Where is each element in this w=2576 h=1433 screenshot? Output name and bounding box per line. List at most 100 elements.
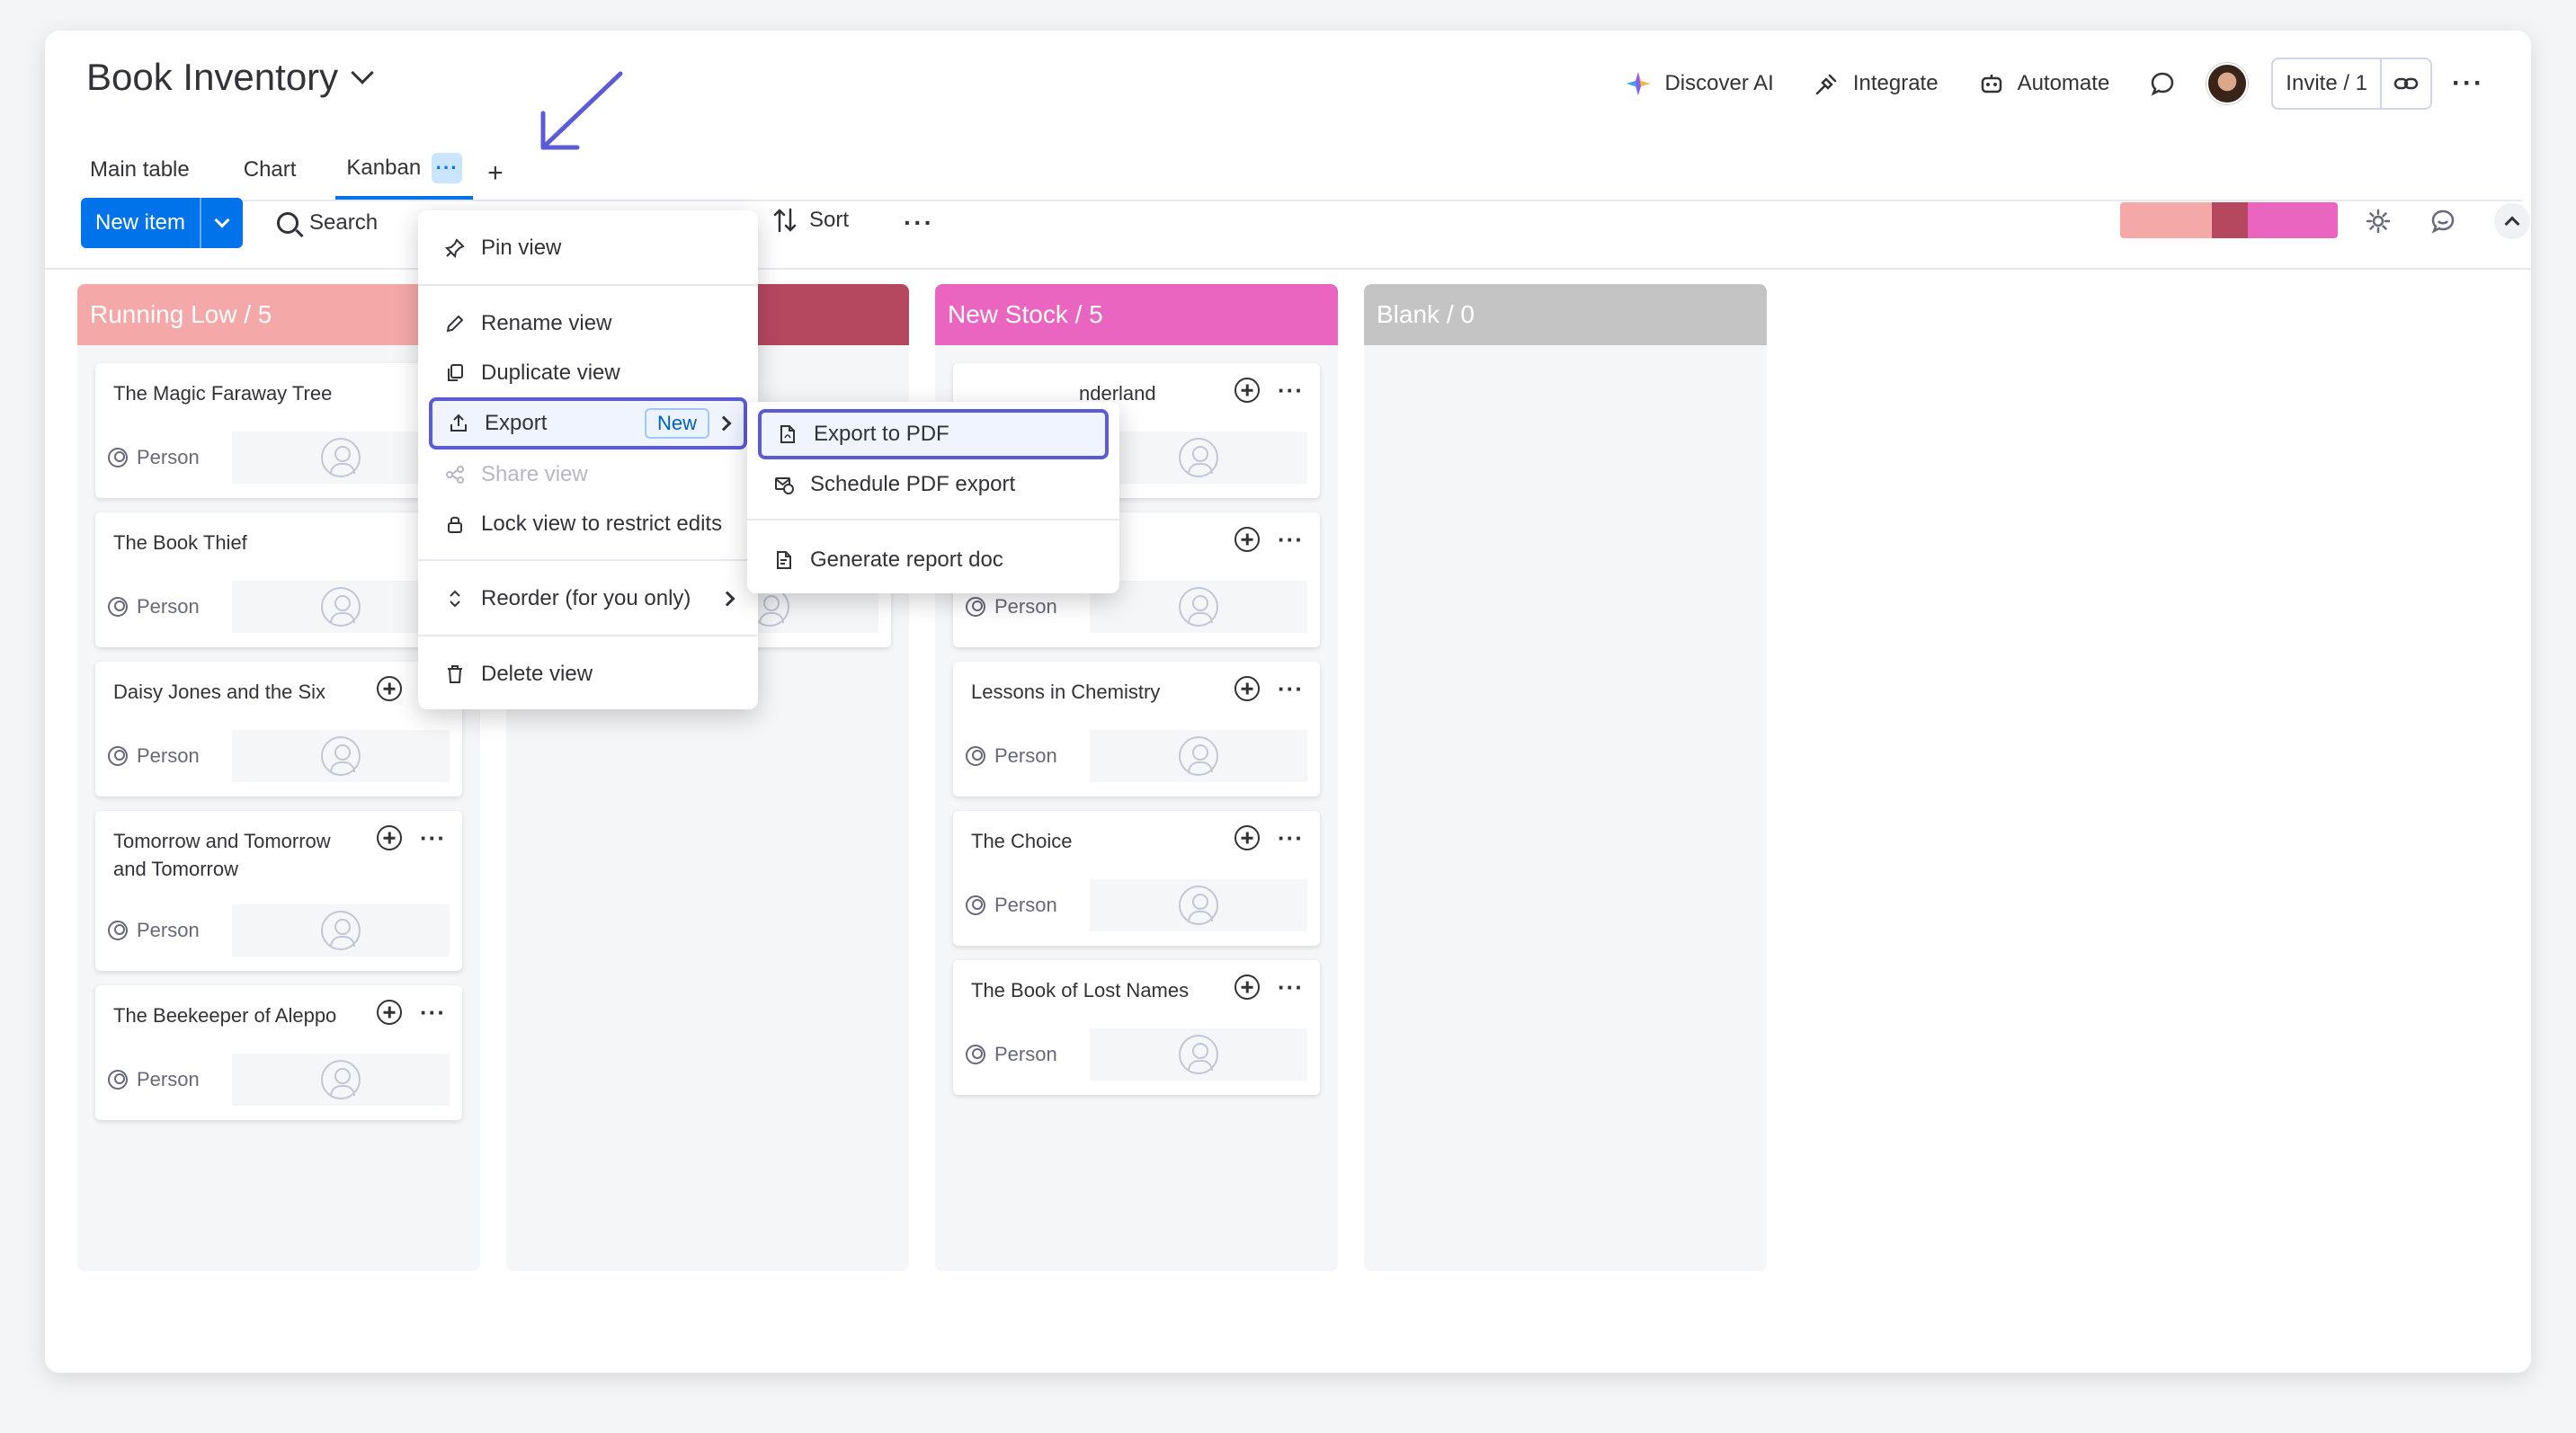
kanban-card[interactable]: The Book Thief Person	[95, 512, 462, 647]
person-cell[interactable]	[232, 904, 450, 957]
card-actions: ···	[1235, 676, 1304, 701]
new-item-button[interactable]: New item	[81, 198, 244, 248]
menu-item-pin-view[interactable]: Pin view	[429, 225, 747, 271]
robot-icon	[1981, 75, 2001, 93]
person-cell[interactable]	[1090, 879, 1307, 931]
card-more-icon[interactable]: ···	[1278, 378, 1304, 402]
submenu-item-schedule-pdf[interactable]: Schedule PDF export	[758, 459, 1109, 510]
menu-separator	[418, 559, 758, 561]
person-label-text: Person	[137, 919, 200, 941]
menu-item-label: Share view	[481, 462, 588, 486]
card-title: The Magic Faraway Tree	[113, 382, 333, 405]
kanban-card[interactable]: Daisy Jones and the Six ··· Person	[95, 662, 462, 797]
add-update-icon[interactable]	[1235, 676, 1261, 701]
submenu-item-label: Schedule PDF export	[810, 472, 1016, 496]
sort-button[interactable]: Sort	[773, 208, 849, 233]
card-more-icon[interactable]: ···	[1278, 975, 1304, 999]
add-update-icon[interactable]	[1235, 975, 1261, 1000]
person-cell[interactable]	[1090, 581, 1307, 633]
duplicate-icon	[448, 364, 463, 381]
add-update-icon[interactable]	[1235, 825, 1261, 850]
card-title: Daisy Jones and the Six	[113, 681, 326, 703]
person-cell[interactable]	[232, 432, 450, 484]
person-cell[interactable]	[232, 730, 450, 782]
kanban-card[interactable]: Lessons in Chemistry ··· Person	[953, 662, 1320, 797]
person-label-text: Person	[137, 744, 200, 767]
card-more-icon[interactable]: ···	[1278, 677, 1304, 700]
kanban-card[interactable]: The Book of Lost Names ··· Person	[953, 960, 1320, 1095]
empty-avatar-icon	[1179, 1035, 1218, 1074]
add-update-icon[interactable]	[377, 676, 403, 701]
submenu-item-export-pdf[interactable]: Export to PDF	[758, 409, 1109, 459]
tab-kanban[interactable]: Kanban ···	[335, 140, 474, 200]
reorder-icon	[450, 590, 460, 608]
trash-icon	[448, 665, 462, 683]
empty-avatar-icon	[1179, 438, 1218, 477]
updates-button[interactable]	[2129, 58, 2196, 110]
tab-label: Main table	[90, 157, 190, 182]
board-title-text: Book Inventory	[86, 56, 339, 98]
integrate-button[interactable]: Integrate	[1794, 58, 1958, 110]
color-segment-new-stock	[2248, 202, 2338, 238]
menu-item-duplicate-view[interactable]: Duplicate view	[429, 350, 747, 396]
board-title[interactable]: Book Inventory	[86, 56, 374, 99]
card-more-icon[interactable]: ···	[420, 826, 446, 850]
settings-button[interactable]	[2365, 208, 2392, 235]
person-cell[interactable]	[1090, 1028, 1307, 1081]
tab-chart[interactable]: Chart	[217, 140, 324, 200]
menu-item-lock-view[interactable]: Lock view to restrict edits	[429, 501, 747, 547]
add-update-icon[interactable]	[1235, 378, 1261, 403]
submenu-item-generate-report[interactable]: Generate report doc	[758, 535, 1109, 585]
submenu-item-label: Generate report doc	[810, 547, 1003, 572]
chevron-right-icon	[716, 415, 732, 432]
column-header[interactable]: Blank / 0	[1364, 284, 1767, 345]
card-actions: ···	[1235, 527, 1304, 552]
menu-item-reorder[interactable]: Reorder (for you only)	[429, 575, 747, 622]
person-icon	[108, 921, 128, 940]
person-cell[interactable]	[1090, 730, 1307, 782]
column-header[interactable]: New Stock / 5	[935, 284, 1338, 345]
tab-options-button[interactable]: ···	[432, 153, 463, 183]
kanban-card[interactable]: The Magic Faraway Tree Person	[95, 363, 462, 498]
invite-button[interactable]: Invite / 1	[2273, 59, 2383, 108]
kanban-card[interactable]: Tomorrow and Tomorrow and Tomorrow ··· P…	[95, 811, 462, 971]
menu-item-rename-view[interactable]: Rename view	[429, 300, 747, 347]
discover-ai-button[interactable]: Discover AI	[1605, 58, 1793, 110]
card-more-icon[interactable]: ···	[420, 1001, 446, 1024]
view-updates-button[interactable]	[2429, 208, 2456, 235]
empty-avatar-icon	[1179, 886, 1218, 925]
add-update-icon[interactable]	[1235, 527, 1261, 552]
person-cell[interactable]	[1090, 432, 1307, 484]
search-button[interactable]: Search	[277, 210, 378, 236]
toolbar-more-button[interactable]: ···	[904, 209, 934, 237]
card-more-icon[interactable]: ···	[1278, 528, 1304, 551]
person-label: Person	[108, 595, 232, 619]
export-icon	[450, 414, 467, 432]
person-field: Person	[108, 730, 450, 782]
person-cell[interactable]	[232, 1054, 450, 1106]
menu-item-share-view: Share view	[429, 451, 747, 498]
user-avatar[interactable]	[2206, 63, 2249, 104]
menu-item-label: Lock view to restrict edits	[481, 512, 723, 536]
menu-item-delete-view[interactable]: Delete view	[429, 651, 747, 698]
submenu-item-label: Export to PDF	[814, 422, 949, 446]
copy-link-button[interactable]	[2382, 59, 2430, 108]
kanban-card[interactable]: The Beekeeper of Aleppo ··· Person	[95, 985, 462, 1120]
new-item-dropdown[interactable]	[200, 198, 243, 248]
tab-main-table[interactable]: Main table	[63, 140, 217, 200]
chevron-down-icon[interactable]	[351, 61, 374, 85]
menu-separator	[418, 635, 758, 636]
collapse-header-button[interactable]	[2494, 203, 2530, 239]
board-more-button[interactable]: ···	[2432, 58, 2504, 110]
add-update-icon[interactable]	[377, 1000, 403, 1025]
person-cell[interactable]	[232, 581, 450, 633]
card-more-icon[interactable]: ···	[1278, 826, 1304, 850]
menu-item-label: Duplicate view	[481, 360, 620, 385]
kanban-card[interactable]: The Choice ··· Person	[953, 811, 1320, 946]
add-update-icon[interactable]	[377, 825, 403, 850]
person-field: Person	[108, 904, 450, 957]
add-view-button[interactable]: +	[487, 158, 504, 189]
menu-item-export[interactable]: Export New	[429, 397, 747, 449]
card-title: The Beekeeper of Aleppo	[113, 1004, 337, 1027]
automate-button[interactable]: Automate	[1958, 58, 2130, 110]
